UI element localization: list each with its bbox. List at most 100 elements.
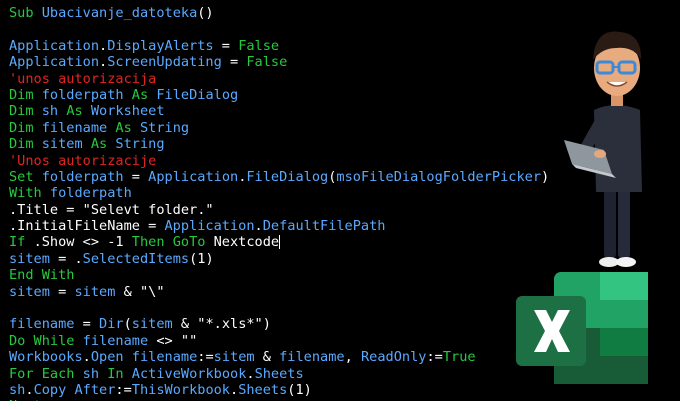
code-token: Do While (9, 332, 83, 349)
code-token: Dim (9, 136, 42, 153)
code-token: . (99, 54, 108, 71)
code-token: filename (9, 316, 75, 333)
code-token: Sheets (254, 365, 304, 382)
code-token: Dim (9, 103, 42, 120)
code-token: 'Unos autorizacije (9, 152, 157, 169)
code-line[interactable]: Application.ScreenUpdating = False (9, 54, 549, 70)
code-token: As (66, 103, 91, 120)
code-token: Open (90, 349, 132, 366)
code-token: With (9, 185, 50, 202)
code-line[interactable]: Sub Ubacivanje_datoteka() (9, 5, 549, 21)
code-token: String (115, 136, 165, 153)
code-line[interactable]: Dim folderpath As FileDialog (9, 87, 549, 103)
code-token: As (131, 86, 157, 103)
code-line[interactable]: Dim sitem As String (9, 136, 549, 152)
code-token: DefaultFilePath (262, 218, 386, 235)
code-token: FileDialog (246, 168, 329, 185)
code-token: = (49, 283, 75, 300)
code-token: , (344, 349, 361, 366)
code-token: folderpath (41, 168, 124, 185)
code-token: False (238, 37, 280, 54)
code-token: Ubacivanje_datoteka (41, 5, 198, 21)
code-token: sitem (74, 283, 116, 300)
code-token: = (123, 168, 149, 185)
code-token: For Each (9, 365, 83, 382)
code-line[interactable]: Dim filename As String (9, 120, 549, 136)
code-token: sitem (213, 349, 255, 366)
code-line[interactable]: filename = Dir(sitem & "*.xls*") (9, 316, 549, 332)
code-token: Set (9, 168, 42, 185)
code-token: (1) (189, 250, 214, 267)
code-line[interactable] (9, 300, 549, 316)
code-line[interactable]: With folderpath (9, 185, 549, 201)
code-token: . (82, 349, 91, 366)
code-token: End With (9, 267, 75, 284)
code-line[interactable]: 'unos autorizacija (9, 71, 549, 87)
code-token: Sheets (238, 381, 288, 398)
code-line[interactable]: 'Unos autorizacije (9, 153, 549, 169)
code-token: <> "" (148, 332, 198, 349)
code-token: ThisWorkbook (131, 381, 230, 398)
code-token: Worksheet (90, 103, 165, 120)
code-line[interactable]: End With (9, 267, 549, 283)
code-token: = . (49, 250, 83, 267)
code-token: folderpath (41, 86, 132, 103)
code-token: Application (164, 218, 255, 235)
code-token: True (442, 349, 476, 366)
text-cursor (279, 235, 281, 250)
code-token: & "*.xls*") (172, 316, 271, 333)
code-token: Application (9, 37, 100, 54)
code-line[interactable]: .InitialFileName = Application.DefaultFi… (9, 218, 549, 234)
code-token: Dir (99, 316, 124, 333)
code-token: Sub (9, 5, 42, 21)
code-token: filename (131, 349, 198, 366)
excel-logo-icon (516, 272, 648, 384)
bottom-border (0, 401, 680, 409)
code-token: 'unos autorizacija (9, 70, 157, 87)
code-token: & (254, 349, 280, 366)
code-line[interactable]: Dim sh As Worksheet (9, 103, 549, 119)
code-token: := (115, 381, 132, 398)
code-block[interactable]: Sub Ubacivanje_datoteka() Application.Di… (9, 5, 549, 401)
code-token: sh (9, 381, 26, 398)
code-line[interactable]: Application.DisplayAlerts = False (9, 38, 549, 54)
code-token: As (115, 119, 140, 136)
code-line[interactable]: For Each sh In ActiveWorkbook.Sheets (9, 366, 549, 382)
code-token: msoFileDialogFolderPicker (336, 168, 542, 185)
code-token: . (254, 218, 263, 235)
code-token: () (197, 5, 214, 21)
code-line[interactable]: If .Show <> -1 Then GoTo Nextcode (9, 234, 549, 250)
code-line[interactable]: .Title = "Selevt folder." (9, 202, 549, 218)
code-token: = (74, 316, 100, 333)
code-token: After (74, 381, 116, 398)
code-token: False (246, 54, 288, 71)
code-token: In (107, 365, 132, 382)
code-token: ) (541, 168, 550, 185)
code-token: DisplayAlerts (107, 37, 214, 54)
code-line[interactable]: Do While filename <> "" (9, 333, 549, 349)
code-token: Then (131, 234, 173, 251)
code-line[interactable]: Set folderpath = Application.FileDialog(… (9, 169, 549, 185)
code-editor[interactable]: Sub Ubacivanje_datoteka() Application.Di… (0, 0, 680, 401)
code-token: Copy (33, 381, 75, 398)
code-line[interactable]: sitem = sitem & "\" (9, 284, 549, 300)
code-line[interactable]: sitem = .SelectedItems(1) (9, 251, 549, 267)
code-token: Dim (9, 119, 42, 136)
code-token: := (197, 349, 214, 366)
code-token: FileDialog (156, 86, 239, 103)
code-token: .Show <> -1 (33, 234, 132, 251)
code-token: . (25, 381, 34, 398)
code-token: filename (82, 332, 149, 349)
code-token: GoTo (172, 234, 214, 251)
code-token: .InitialFileName = (9, 218, 165, 235)
code-token: sitem (9, 283, 50, 300)
code-line[interactable] (9, 21, 549, 37)
code-line[interactable]: sh.Copy After:=ThisWorkbook.Sheets(1) (9, 382, 549, 398)
code-token: Dim (9, 86, 42, 103)
code-token: Workbooks (9, 349, 83, 366)
code-token: := (426, 349, 443, 366)
code-token: ReadOnly (360, 349, 427, 366)
code-token: .Title = "Selevt folder." (9, 201, 214, 218)
code-line[interactable]: Workbooks.Open filename:=sitem & filenam… (9, 349, 549, 365)
code-token: sh (82, 365, 108, 382)
